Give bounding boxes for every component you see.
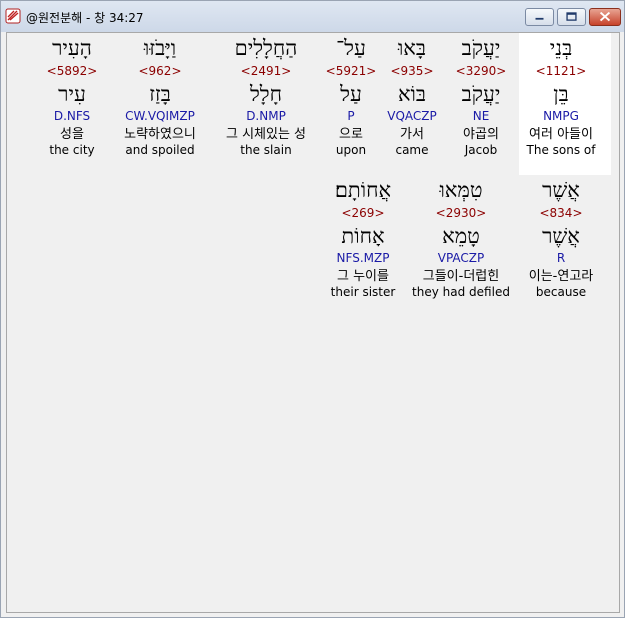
maximize-icon xyxy=(566,12,577,21)
hebrew-word: טִמְּאוּ xyxy=(439,178,483,202)
interlinear-view: בְּנֵי <1121> בֵּן NMPG 여러 아들이 The sons of יַע… xyxy=(6,32,620,613)
english-gloss: the city xyxy=(49,143,95,157)
strong-number: <269> xyxy=(341,206,385,220)
korean-gloss: 노략하였으니 xyxy=(124,127,196,142)
app-window: @원전분해 - 창 34:27 בְּנֵי <1121> בֵּן NMPG 여러 아… xyxy=(0,0,625,618)
morphology-code: NFS.MZP xyxy=(336,251,390,265)
hebrew-word: אֲשֶׁר xyxy=(542,178,580,202)
lexical-form: עִיר xyxy=(58,82,86,106)
english-gloss: the slain xyxy=(240,143,292,157)
morphology-code: D.NMP xyxy=(246,109,286,123)
hebrew-word: הַחֲלָלִים xyxy=(234,36,298,60)
korean-gloss: 그 누이를 xyxy=(337,269,389,284)
strong-number: <5892> xyxy=(46,64,98,78)
app-icon xyxy=(5,8,21,24)
word-cell[interactable]: אֲחוֹתָם׃ <269> אָחוֹת NFS.MZP 그 누이를 their si… xyxy=(313,177,413,300)
word-cell[interactable]: הַחֲלָלִים <2491> חָלָל D.NMP 그 시체있는 성 the sl… xyxy=(211,35,321,158)
hebrew-word: הָעִיר xyxy=(52,36,92,60)
english-gloss: because xyxy=(535,285,587,299)
strong-number: <2930> xyxy=(435,206,487,220)
morphology-code: R xyxy=(556,251,566,265)
close-icon xyxy=(599,11,611,22)
english-gloss: they had defiled xyxy=(412,285,510,299)
lexical-form: אֲשֶׁר xyxy=(542,224,580,248)
korean-gloss: 그 시체있는 성 xyxy=(225,127,307,142)
hebrew-word: אֲחוֹתָם׃ xyxy=(334,178,392,202)
word-cell[interactable]: אֲשֶׁר <834> אֲשֶׁר R 이는-연고라 because xyxy=(511,177,611,300)
strong-number: <962> xyxy=(138,64,182,78)
korean-gloss: 그들이-더럽힌 xyxy=(422,269,500,284)
korean-gloss: 성을 xyxy=(60,127,84,142)
english-gloss: their sister xyxy=(330,285,396,299)
morphology-code: D.NFS xyxy=(53,109,91,123)
maximize-button[interactable] xyxy=(557,8,586,26)
minimize-icon xyxy=(535,17,544,20)
title-bar[interactable]: @원전분해 - 창 34:27 xyxy=(1,1,624,32)
window-title: @원전분해 - 창 34:27 xyxy=(26,11,144,25)
english-gloss: and spoiled xyxy=(125,143,195,157)
morphology-code: CW.VQIMZP xyxy=(125,109,195,123)
word-cell[interactable]: טִמְּאוּ <2930> טָמֵא VPACZP 그들이-더럽힌 they had… xyxy=(411,177,511,300)
lexical-form: אָחוֹת xyxy=(341,224,385,248)
korean-gloss: 이는-연고라 xyxy=(528,269,594,284)
lexical-form: חָלָל xyxy=(249,82,283,106)
lexical-form: טָמֵא xyxy=(442,224,480,248)
close-button[interactable] xyxy=(589,8,621,26)
word-cell[interactable]: וַיָּבֹזּוּ <962> בָּזַז CW.VQIMZP 노략하였으니 and… xyxy=(110,35,210,158)
morphology-code: VPACZP xyxy=(437,251,485,265)
word-cell[interactable]: הָעִיר <5892> עִיר D.NFS 성을 the city xyxy=(22,35,122,158)
hebrew-word: וַיָּבֹזּוּ xyxy=(143,36,177,60)
strong-number: <2491> xyxy=(240,64,292,78)
lexical-form: בָּזַז xyxy=(149,82,171,106)
strong-number: <834> xyxy=(539,206,583,220)
minimize-button[interactable] xyxy=(525,8,554,26)
